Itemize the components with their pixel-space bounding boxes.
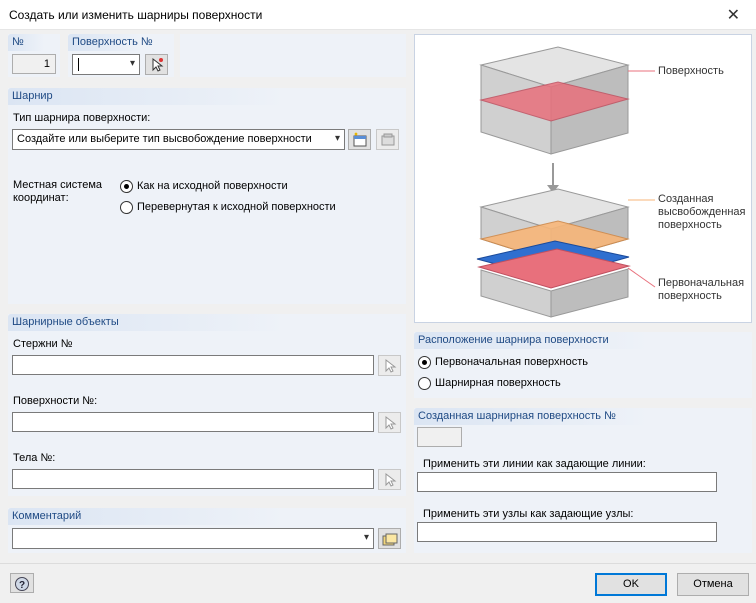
label-surface: Поверхность (658, 65, 724, 77)
number-header: № (8, 34, 60, 51)
pick-surface-button[interactable] (145, 54, 168, 75)
members-label: Стержни № (13, 338, 73, 350)
hinge-illustration: Поверхность Созданная высвобожденная пов… (414, 34, 752, 323)
label-created-3: поверхность (658, 219, 722, 231)
hinge-header: Шарнир (8, 88, 406, 105)
members-input[interactable] (12, 355, 374, 375)
created-surface-number (417, 427, 462, 447)
created-surface-section: Созданная шарнирная поверхность № Примен… (414, 408, 752, 553)
comment-library-button[interactable] (378, 528, 401, 549)
coord-system-label-line2: координат: (13, 192, 69, 204)
ok-button[interactable]: OK (595, 573, 667, 596)
surface-number-combo[interactable]: ▾ (72, 54, 140, 75)
surfaces-input[interactable] (12, 412, 374, 432)
hinge-type-combo[interactable]: Создайте или выберите тип высвобождение … (12, 129, 345, 150)
hinge-location-header: Расположение шарнира поверхности (414, 332, 752, 349)
created-surface-header: Созданная шарнирная поверхность № (414, 408, 752, 425)
cancel-button[interactable]: Отмена (677, 573, 749, 596)
library-icon (382, 533, 398, 546)
solids-label: Тела №: (13, 452, 56, 464)
label-created-2: высвобожденная (658, 206, 746, 218)
label-created-1: Созданная (658, 193, 714, 205)
pick-cursor-icon (385, 415, 397, 430)
svg-text:?: ? (19, 580, 25, 591)
coord-system-label-line1: Местная система (13, 179, 103, 191)
library-icon (381, 133, 395, 146)
pick-members-button[interactable] (378, 355, 401, 376)
comment-header: Комментарий (8, 508, 406, 525)
pick-solids-button[interactable] (378, 469, 401, 490)
pick-cursor-icon (152, 57, 164, 72)
hinge-location-section: Расположение шарнира поверхности Первона… (414, 332, 752, 398)
chevron-down-icon: ▾ (129, 58, 135, 69)
surface-number-header: Поверхность № (68, 34, 174, 51)
window-title: Создать или изменить шарниры поверхности (9, 8, 263, 22)
hinge-objects-header: Шарнирные объекты (8, 314, 406, 331)
hinge-objects-section: Шарнирные объекты Стержни № Поверхности … (8, 314, 406, 496)
hinge-type-label: Тип шарнира поверхности: (13, 112, 151, 124)
hinge-section: Шарнир Тип шарнира поверхности: Создайте… (8, 88, 406, 304)
label-original-2: поверхность (658, 290, 722, 302)
surfaces-label: Поверхности №: (13, 395, 98, 407)
title-bar: Создать или изменить шарниры поверхности… (0, 0, 756, 30)
number-field: 1 (12, 54, 56, 74)
solids-input[interactable] (12, 469, 374, 489)
new-item-icon (353, 132, 367, 147)
pick-surfaces-button[interactable] (378, 412, 401, 433)
label-original-1: Первоначальная (658, 277, 745, 289)
pick-cursor-icon (385, 472, 397, 487)
number-section: № 1 (8, 34, 60, 77)
chevron-down-icon: ▾ (363, 532, 369, 543)
hinge-type-library-button[interactable] (376, 129, 399, 150)
close-icon[interactable]: ✕ (727, 5, 740, 25)
new-hinge-type-button[interactable] (348, 129, 371, 150)
footer-divider (0, 563, 756, 564)
nodes-label: Применить эти узлы как задающие узлы: (423, 508, 634, 520)
pick-cursor-icon (385, 358, 397, 373)
surface-number-section: Поверхность № ▾ (68, 34, 174, 77)
top-blank-section (180, 34, 406, 77)
comment-section: Комментарий ▾ (8, 508, 406, 553)
lines-label: Применить эти линии как задающие линии: (423, 458, 646, 470)
help-icon: ? (15, 577, 29, 591)
help-button[interactable]: ? (10, 573, 34, 593)
lines-input[interactable] (417, 472, 717, 492)
comment-combo[interactable]: ▾ (12, 528, 374, 549)
chevron-down-icon: ▾ (334, 133, 340, 144)
nodes-input[interactable] (417, 522, 717, 542)
